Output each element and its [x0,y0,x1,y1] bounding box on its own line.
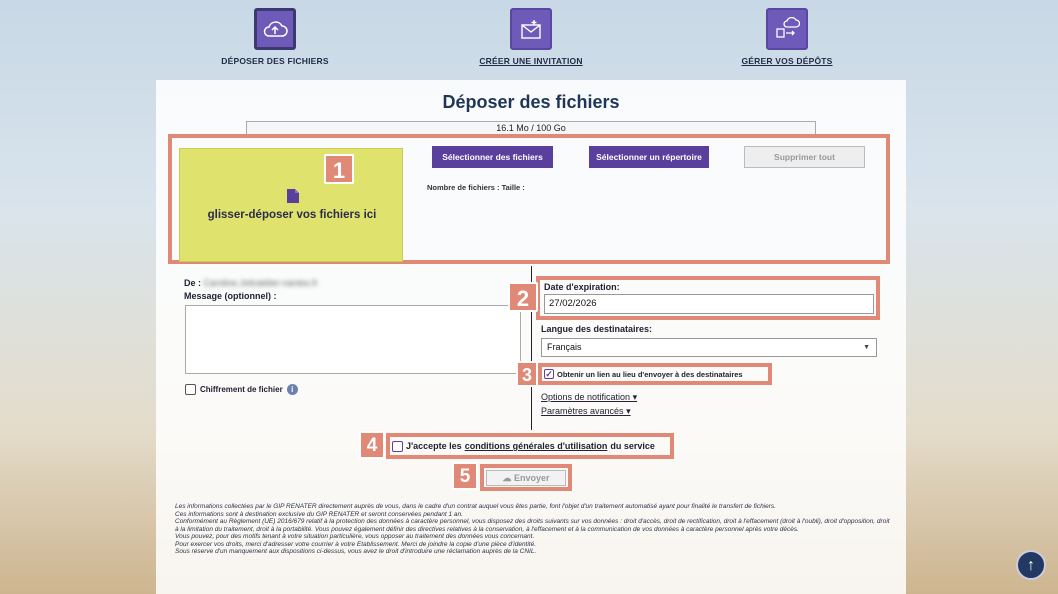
terms-checkbox[interactable] [392,440,403,452]
terms-prefix: J'accepte les [406,441,462,451]
from-label: De : [184,278,202,288]
from-value: Caroline.Jolivaldier-nantes.fr [203,278,318,288]
language-select[interactable]: Français ▼ [541,338,877,357]
language-value: Français [547,342,582,352]
terms-option[interactable]: J'accepte les conditions générales d'uti… [386,433,674,459]
select-folder-button[interactable]: Sélectionner un répertoire [589,146,709,168]
nav-manage-transfers[interactable]: GÉRER VOS DÉPÔTS [717,8,857,66]
legal-line: Pour exercer vos droits, merci d'adresse… [175,540,537,548]
cloud-transfer-icon [766,8,808,50]
quota-bar: 16.1 Mo / 100 Go [246,121,816,135]
advanced-params-link[interactable]: Paramètres avancés ▾ [541,406,631,417]
cloud-upload-icon: ☁ [502,473,512,483]
upload-area-highlight: glisser-déposer vos fichiers ici 1 Sélec… [168,134,890,264]
file-count-info: Nombre de fichiers : Taille : [427,183,525,192]
get-link-option[interactable]: ✓ Obtenir un lien au lieu d'envoyer à de… [538,363,772,385]
terms-link[interactable]: conditions générales d'utilisation [465,441,608,451]
send-highlight: ☁ Envoyer [480,464,572,491]
message-textarea[interactable] [185,305,521,374]
terms-suffix: du service [610,441,655,451]
delete-all-button[interactable]: Supprimer tout [744,146,865,168]
notification-options-link[interactable]: Options de notification ▾ [541,392,637,403]
legal-line: Ces informations sont à destination excl… [175,510,463,518]
legal-line: Conformément au Règlement (UE) 2016/679 … [175,518,890,533]
language-label: Langue des destinataires: [541,324,653,334]
badge-2: 2 [508,282,538,312]
notification-options-label: Options de notification [541,392,631,402]
encryption-option[interactable]: Chiffrement de fichier i [185,384,298,395]
sender-section: De : Caroline.Jolivaldier-nantes.fr Mess… [184,278,534,301]
dropzone[interactable]: glisser-déposer vos fichiers ici [179,148,403,262]
cloud-upload-icon [254,8,296,50]
from-row: De : Caroline.Jolivaldier-nantes.fr [184,278,534,288]
page-title: Déposer des fichiers [442,92,620,112]
dropzone-text: glisser-déposer vos fichiers ici [207,209,377,221]
nav-create-invitation[interactable]: CRÉER UNE INVITATION [461,8,601,66]
encryption-label: Chiffrement de fichier [200,385,283,394]
message-label: Message (optionnel) : [184,291,277,301]
nav-upload-label: DÉPOSER DES FICHIERS [221,56,329,66]
badge-3: 3 [516,361,538,387]
nav-upload-files[interactable]: DÉPOSER DES FICHIERS [205,8,345,66]
get-link-checkbox[interactable]: ✓ [544,369,554,379]
caret-down-icon: ▾ [626,406,631,416]
expiry-label: Date d'expiration: [544,282,620,292]
legal-line: Les informations collectées par le GIP R… [175,503,776,510]
send-label: Envoyer [513,473,550,483]
upload-panel: Déposer des fichiers 16.1 Mo / 100 Go gl… [156,80,906,594]
encryption-checkbox[interactable] [185,384,196,395]
expiry-highlight: Date d'expiration: 27/02/2026 [536,276,880,320]
nav-manage-label: GÉRER VOS DÉPÔTS [741,56,833,66]
caret-down-icon: ▾ [632,392,638,402]
nav-invitation-label: CRÉER UNE INVITATION [479,56,583,66]
badge-5: 5 [452,462,478,490]
scroll-to-top-button[interactable]: ↑ [1016,550,1046,580]
legal-line: Vous pouvez, pour des motifs tenant à vo… [175,533,535,540]
envelope-icon [510,8,552,50]
file-icon [287,189,299,203]
badge-4: 4 [359,431,385,459]
expiry-date-input[interactable]: 27/02/2026 [544,294,874,314]
send-button[interactable]: ☁ Envoyer [486,470,566,486]
select-files-button[interactable]: Sélectionner des fichiers [432,146,553,168]
badge-1: 1 [324,154,354,184]
legal-notice: Les informations collectées par le GIP R… [175,503,890,556]
advanced-params-label: Paramètres avancés [541,406,624,416]
get-link-label: Obtenir un lien au lieu d'envoyer à des … [557,369,743,379]
legal-line: Sous réserve d'un manquement aux disposi… [175,548,537,555]
top-navigation: DÉPOSER DES FICHIERS CRÉER UNE INVITATIO… [0,0,1058,80]
info-icon[interactable]: i [286,384,298,395]
dropdown-caret-icon: ▼ [863,344,870,351]
